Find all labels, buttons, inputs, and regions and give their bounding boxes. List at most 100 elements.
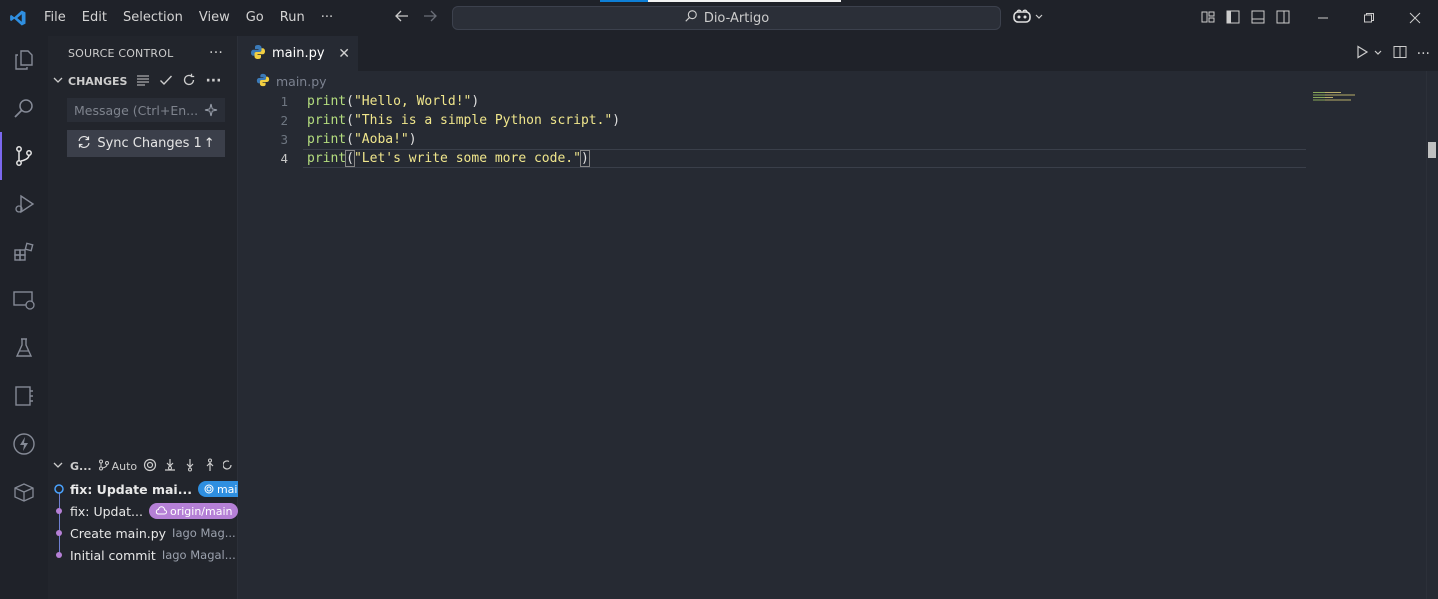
graph-commit[interactable]: fix: Updat... origin/main [48,500,238,522]
vscode-logo-icon [0,0,36,36]
notebook-icon[interactable] [0,372,48,420]
code-token-paren: ) [408,132,417,147]
search-icon [684,9,698,27]
back-arrow-icon[interactable] [394,8,410,28]
sync-changes-button[interactable]: Sync Changes 1 ↑ [67,130,225,157]
python-file-icon [256,73,270,90]
tab-main-py[interactable]: main.py ✕ [238,36,358,71]
code-token-function: print [307,113,347,128]
commit-author: Iago Mag... [172,526,236,540]
title-bar: File Edit Selection View Go Run ··· Dio-… [0,0,1438,36]
title-accent-bar [600,0,648,2]
activity-bar [0,36,48,599]
code-token-string: "Hello, World!" [353,94,472,109]
sync-icon [77,135,91,153]
graph-header[interactable]: G... Auto [48,454,238,478]
refresh-graph-icon[interactable] [222,458,233,475]
commit-title: fix: Updat... [70,503,143,519]
menu-go[interactable]: Go [238,0,272,36]
sidebar-more-button[interactable]: ··· [209,45,223,61]
code-editor[interactable]: 1 print("Hello, World!") 2 print("This i… [238,92,1438,168]
chevron-down-icon [52,459,64,474]
code-token-paren: ( [346,94,354,109]
workspace-name: Dio-Artigo [703,10,770,26]
commit-message-input[interactable]: Message (Ctrl+En... [67,98,225,122]
refresh-icon[interactable] [182,73,196,90]
commit-check-icon[interactable] [159,73,173,90]
line-number: 2 [280,113,288,128]
breadcrumb-file: main.py [276,74,327,89]
sparkle-icon[interactable] [204,103,218,120]
source-control-sidebar: SOURCE CONTROL ··· CHANGES ··· Message (… [48,36,238,599]
branch-badge-label: origin/main [169,504,233,518]
run-python-icon[interactable] [1355,45,1369,63]
copilot-menu[interactable] [1012,8,1044,28]
minimize-icon[interactable] [1300,0,1346,36]
target-icon[interactable] [143,458,157,475]
toggle-panel-icon[interactable] [1250,9,1266,29]
python-file-icon [250,44,266,64]
run-debug-icon[interactable] [0,180,48,228]
graph-section: G... Auto fix: Update mai... main fix: U… [48,454,238,566]
menu-more[interactable]: ··· [313,0,341,36]
editor-more-icon[interactable]: ··· [1417,46,1430,62]
restore-icon[interactable] [1346,0,1392,36]
more-actions-icon[interactable]: ··· [205,73,221,89]
copilot-icon [1012,8,1032,28]
view-as-tree-icon[interactable] [136,73,150,90]
close-tab-icon[interactable]: ✕ [338,46,350,62]
commit-author: Iago Magal... [161,548,236,562]
menu-run[interactable]: Run [272,0,313,36]
remote-explorer-icon[interactable] [0,276,48,324]
commit-node [54,550,64,560]
line-number: 3 [280,132,288,147]
push-icon[interactable] [203,458,217,475]
command-center[interactable]: Dio-Artigo [452,6,1001,30]
commit-title: Initial commit [70,547,156,563]
graph-commit[interactable]: Create main.py Iago Mag... [48,522,238,544]
sync-arrow: ↑ [203,136,215,151]
graph-commit[interactable]: Initial commit Iago Magal... [48,544,238,566]
scrollbar-cursor-marker [1428,142,1436,158]
close-window-icon[interactable] [1392,0,1438,36]
sidebar-header: SOURCE CONTROL ··· [48,36,237,70]
minimap[interactable] [1313,92,1355,102]
extensions-icon[interactable] [0,228,48,276]
graph-label: G... [70,459,92,473]
split-editor-icon[interactable] [1393,45,1407,63]
scrollbar-track[interactable] [1426,71,1427,599]
search-activity-icon[interactable] [0,84,48,132]
menu-edit[interactable]: Edit [74,0,115,36]
changes-section-header[interactable]: CHANGES ··· [48,70,237,92]
code-line-current: 4 print("Let's write some more code.") [238,149,1438,168]
menu-selection[interactable]: Selection [115,0,191,36]
menu-view[interactable]: View [191,0,238,36]
explorer-icon[interactable] [0,36,48,84]
run-dropdown-icon[interactable] [1373,47,1383,62]
chevron-down-icon [1034,11,1044,26]
chevron-down-icon [52,74,64,89]
code-line: 2 print("This is a simple Python script.… [238,111,1438,130]
graph-auto-label[interactable]: Auto [112,460,138,473]
menu-file[interactable]: File [36,0,74,36]
line-number: 4 [280,151,288,166]
branch-icon [98,459,110,474]
breadcrumb[interactable]: main.py [256,73,327,90]
testing-flask-icon[interactable] [0,324,48,372]
code-token-paren: ) [579,150,590,167]
editor-tab-bar: main.py ✕ ··· [238,36,1438,71]
fetch-icon[interactable] [163,458,177,475]
pull-icon[interactable] [183,458,197,475]
source-control-icon[interactable] [0,132,48,180]
commit-node-current [54,484,64,494]
graph-commit[interactable]: fix: Update mai... main [48,478,238,500]
customize-layout-icon[interactable] [1200,9,1216,29]
branch-badge-label: main [216,482,238,496]
toggle-secondary-sidebar-icon[interactable] [1275,9,1291,29]
forward-arrow-icon[interactable] [422,8,438,28]
code-token-string: "Let's write some more code." [353,151,581,166]
toggle-primary-sidebar-icon[interactable] [1225,9,1241,29]
containers-icon[interactable] [0,468,48,516]
code-token-paren: ) [612,113,621,128]
lightning-icon[interactable] [0,420,48,468]
